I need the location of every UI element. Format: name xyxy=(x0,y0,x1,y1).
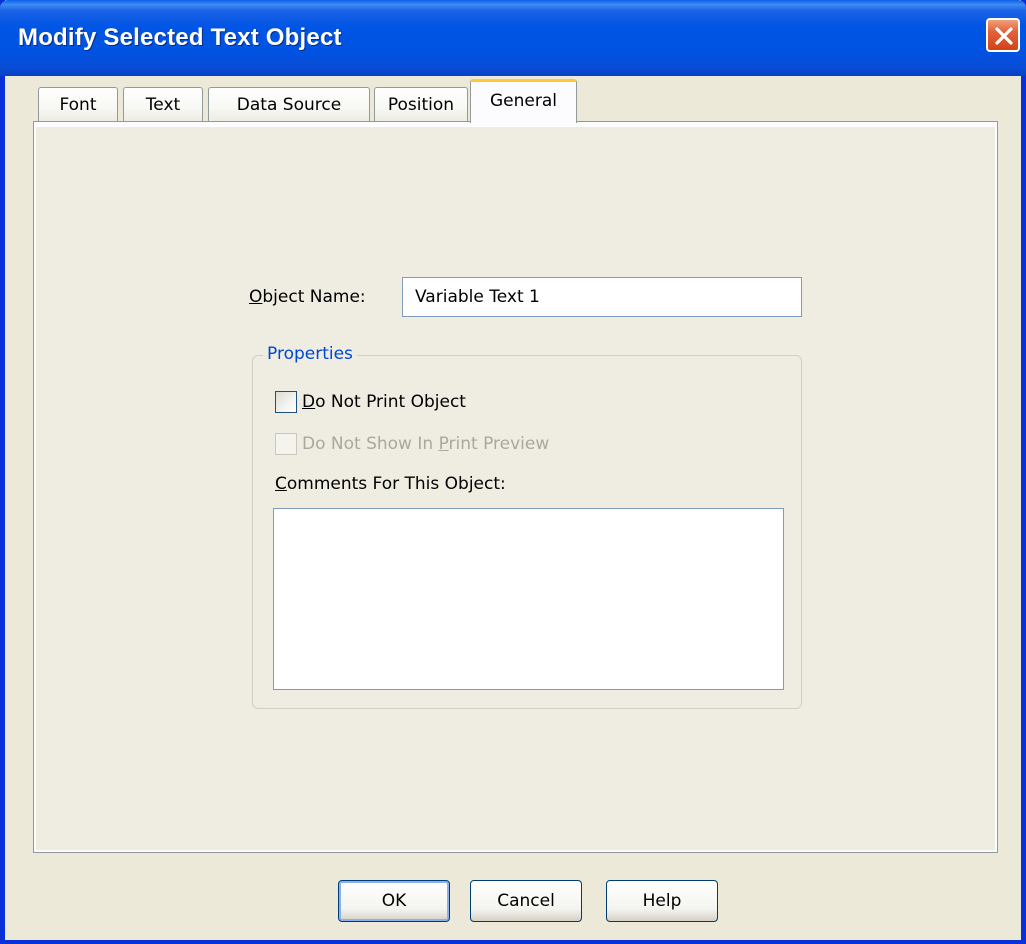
comments-textarea[interactable] xyxy=(273,508,784,690)
close-icon xyxy=(995,27,1013,45)
ok-button[interactable]: OK xyxy=(338,880,450,922)
object-name-label: Object Name: xyxy=(249,287,366,307)
dialog-window: Modify Selected Text Object Font Text Da… xyxy=(0,0,1026,944)
cancel-button[interactable]: Cancel xyxy=(470,880,582,922)
properties-title: Properties xyxy=(263,344,357,364)
do-not-show-preview-checkbox xyxy=(275,433,297,455)
properties-groupbox: Properties Do Not Print Object Do Not Sh… xyxy=(252,344,802,709)
close-button[interactable] xyxy=(986,18,1020,52)
tab-general[interactable]: General xyxy=(470,79,577,123)
help-button[interactable]: Help xyxy=(606,880,718,922)
do-not-show-preview-label: Do Not Show In Print Preview xyxy=(302,434,550,454)
comments-label-rest: omments For This Object: xyxy=(286,474,506,494)
tab-data-source[interactable]: Data Source xyxy=(208,87,370,123)
window-title: Modify Selected Text Object xyxy=(18,24,342,51)
tab-panel-general: Object Name: Variable Text 1 Properties … xyxy=(33,121,998,853)
do-not-show-preview-row: Do Not Show In Print Preview xyxy=(275,432,549,456)
tab-position[interactable]: Position xyxy=(374,87,468,123)
do-not-print-checkbox[interactable] xyxy=(275,391,297,413)
do-not-print-label[interactable]: Do Not Print Object xyxy=(302,392,466,412)
object-name-input[interactable]: Variable Text 1 xyxy=(402,277,802,317)
title-bar[interactable]: Modify Selected Text Object xyxy=(0,0,1026,76)
tab-panel-body: Object Name: Variable Text 1 Properties … xyxy=(36,126,995,850)
tab-text[interactable]: Text xyxy=(123,87,203,123)
do-not-print-row[interactable]: Do Not Print Object xyxy=(275,390,466,414)
tab-font[interactable]: Font xyxy=(38,87,118,123)
comments-label: Comments For This Object: xyxy=(275,474,506,494)
do-not-print-label-rest: o Not Print Object xyxy=(315,392,466,412)
object-name-label-rest: bject Name: xyxy=(262,287,366,307)
